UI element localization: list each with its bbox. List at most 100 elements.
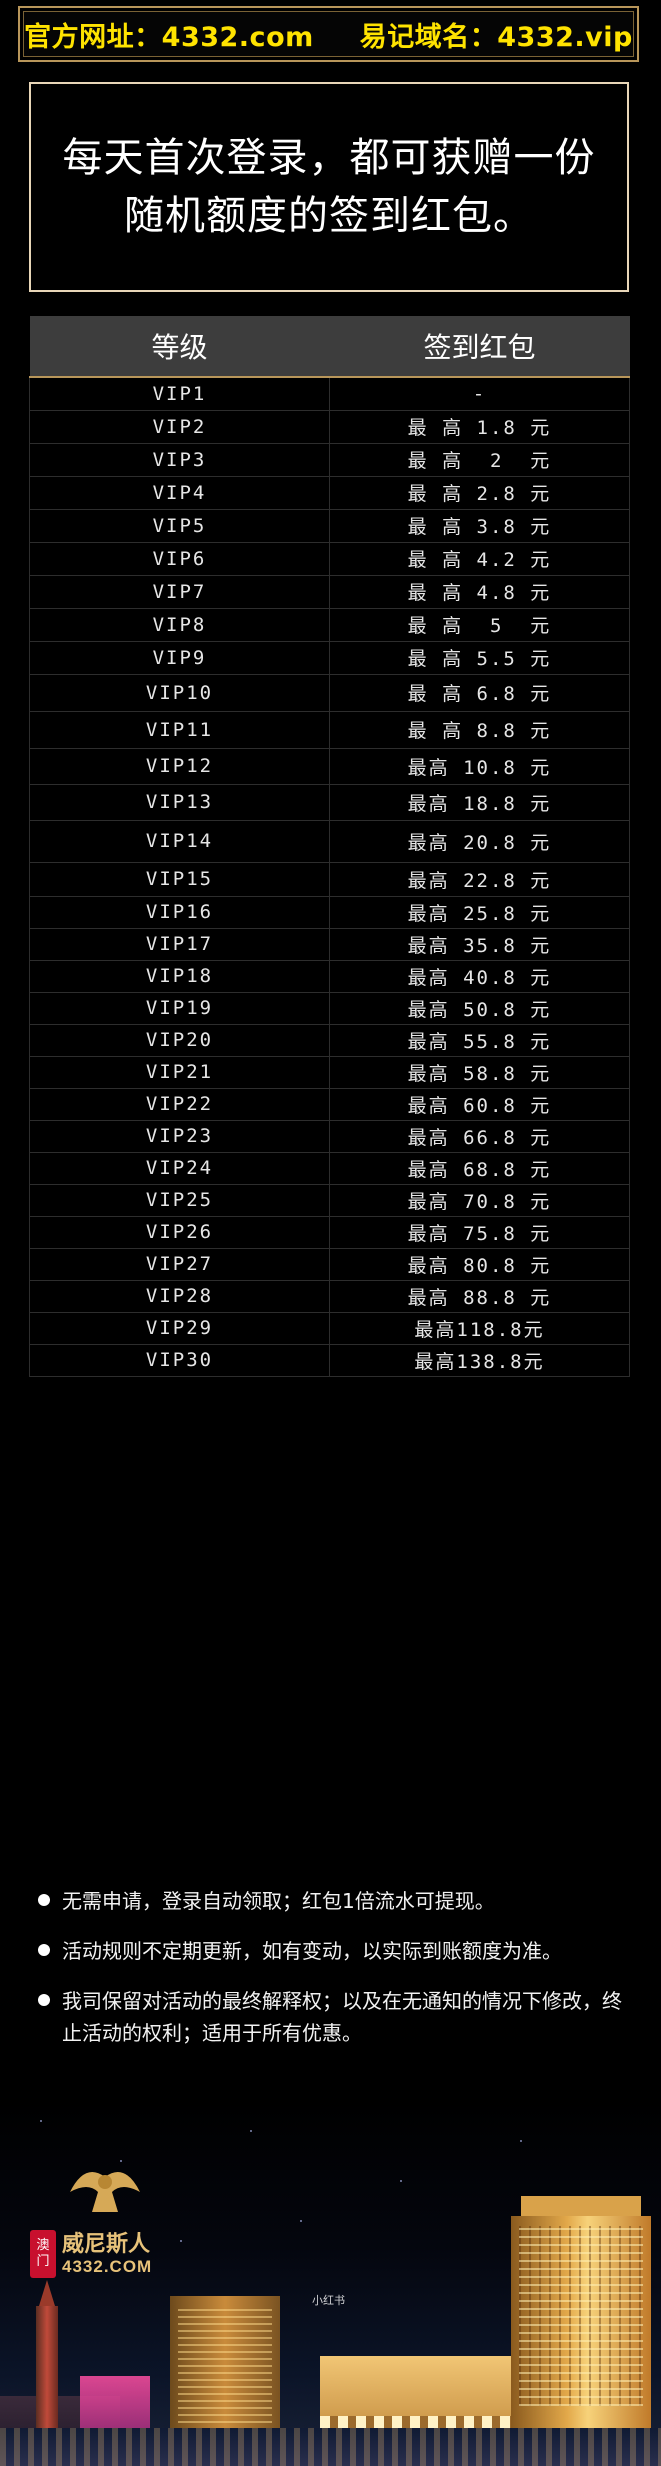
bonus-amount-cell: 最高 58.8 元	[329, 1055, 630, 1089]
bonus-amount-cell: 最高 35.8 元	[329, 927, 630, 961]
table-body: VIP1- VIP2 最 高 1.8 元 VIP3 最 高 2 元 VIP4 最 高 2.8…	[29, 376, 630, 1377]
vip-level-cell: VIP30	[29, 1343, 330, 1377]
brand-name-en: 4332.COM	[62, 2257, 153, 2276]
table-row: VIP26 最高 75.8 元	[29, 1215, 630, 1249]
vip-level-cell: VIP3	[29, 442, 330, 477]
bonus-amount-cell: 最高 40.8 元	[329, 959, 630, 993]
table-row: VIP24 最高 68.8 元	[29, 1151, 630, 1185]
table-row: VIP11 最 高 8.8 元	[29, 710, 630, 749]
vip-level-cell: VIP15	[29, 861, 330, 897]
bullet-icon	[38, 1944, 50, 1956]
macau-seal: 澳门	[30, 2230, 56, 2278]
bonus-amount-cell: 最高 10.8 元	[329, 747, 630, 785]
vip-level-cell: VIP14	[29, 819, 330, 863]
table-row: VIP20 最高 55.8 元	[29, 1023, 630, 1057]
vip-level-cell: VIP18	[29, 959, 330, 993]
table-row: VIP2 最 高 1.8 元	[29, 409, 630, 444]
bonus-amount-cell: -	[329, 376, 630, 411]
bullet-icon	[38, 1994, 50, 2006]
water-reflection	[0, 2428, 661, 2466]
bonus-amount-cell: 最高 55.8 元	[329, 1023, 630, 1057]
table-row: VIP15 最高 22.8 元	[29, 861, 630, 897]
official-url-text[interactable]: 官方网址：4332.com	[24, 15, 314, 54]
bonus-amount-cell: 最高 80.8 元	[329, 1247, 630, 1281]
bonus-amount-cell: 最高 70.8 元	[329, 1183, 630, 1217]
table-row: VIP4 最 高 2.8 元	[29, 475, 630, 510]
bullet-icon	[38, 1894, 50, 1906]
vip-level-cell: VIP17	[29, 927, 330, 961]
bonus-amount-cell: 最 高 6.8 元	[329, 673, 630, 712]
table-row: VIP7 最 高 4.8 元	[29, 574, 630, 609]
vip-level-cell: VIP2	[29, 409, 330, 444]
notice-line-1: 每天首次登录，都可获赠一份	[62, 135, 596, 181]
header-bonus: 签到红包	[329, 316, 630, 378]
table-row: VIP14 最高 20.8 元	[29, 819, 630, 863]
vip-level-cell: VIP20	[29, 1023, 330, 1057]
table-row: VIP29 最高118.8元	[29, 1311, 630, 1345]
vip-level-cell: VIP23	[29, 1119, 330, 1153]
vip-level-cell: VIP28	[29, 1279, 330, 1313]
rule-item: 无需申请，登录自动领取；红包1倍流水可提现。	[38, 1885, 628, 1917]
rule-text: 我司保留对活动的最终解释权；以及在无通知的情况下修改，终止活动的权利；适用于所有…	[62, 1989, 622, 2045]
bonus-amount-cell: 最高 66.8 元	[329, 1119, 630, 1153]
table-row: VIP18 最高 40.8 元	[29, 959, 630, 993]
vip-level-cell: VIP4	[29, 475, 330, 510]
bonus-amount-cell: 最高 60.8 元	[329, 1087, 630, 1121]
table-row: VIP21 最高 58.8 元	[29, 1055, 630, 1089]
table-row: VIP25 最高 70.8 元	[29, 1183, 630, 1217]
vip-level-cell: VIP8	[29, 607, 330, 642]
table-row: VIP17 最高 35.8 元	[29, 927, 630, 961]
vip-level-cell: VIP12	[29, 747, 330, 785]
footer-skyline-image: 澳门 威尼斯人 4332.COM 小红书	[0, 2100, 661, 2466]
top-banner: 官方网址：4332.com 易记域名：4332.vip	[18, 6, 639, 62]
table-row: VIP6 最 高 4.2 元	[29, 541, 630, 576]
table-row: VIP8 最 高 5 元	[29, 607, 630, 642]
vip-level-cell: VIP26	[29, 1215, 330, 1249]
notice-line-2: 随机额度的签到红包。	[124, 193, 534, 239]
table-row: VIP27 最高 80.8 元	[29, 1247, 630, 1281]
table-row: VIP22 最高 60.8 元	[29, 1087, 630, 1121]
bonus-amount-cell: 最高 20.8 元	[329, 819, 630, 863]
table-header-row: 等级 签到红包	[29, 316, 630, 378]
vip-level-cell: VIP13	[29, 783, 330, 821]
table-row: VIP13 最高 18.8 元	[29, 783, 630, 821]
bonus-amount-cell: 最高138.8元	[329, 1343, 630, 1377]
bonus-amount-cell: 最高118.8元	[329, 1311, 630, 1345]
vip-level-cell: VIP9	[29, 640, 330, 675]
winged-lion-icon	[70, 2172, 140, 2212]
easy-domain-text[interactable]: 易记域名：4332.vip	[360, 15, 633, 54]
table-row: VIP19 最高 50.8 元	[29, 991, 630, 1025]
vip-level-cell: VIP5	[29, 508, 330, 543]
rule-item: 活动规则不定期更新，如有变动，以实际到账额度为准。	[38, 1935, 628, 1967]
bonus-amount-cell: 最高 25.8 元	[329, 895, 630, 929]
bonus-amount-cell: 最高 50.8 元	[329, 991, 630, 1025]
rule-text: 活动规则不定期更新，如有变动，以实际到账额度为准。	[62, 1939, 562, 1963]
rule-item: 我司保留对活动的最终解释权；以及在无通知的情况下修改，终止活动的权利；适用于所有…	[38, 1985, 628, 2049]
table-row: VIP12 最高 10.8 元	[29, 747, 630, 785]
bonus-amount-cell: 最 高 2.8 元	[329, 475, 630, 510]
table-row: VIP9 最 高 5.5 元	[29, 640, 630, 675]
watermark-text: 小红书	[312, 2294, 345, 2307]
vip-level-cell: VIP6	[29, 541, 330, 576]
promo-notice-box: 每天首次登录，都可获赠一份 随机额度的签到红包。	[29, 82, 629, 292]
table-row: VIP28 最高 88.8 元	[29, 1279, 630, 1313]
table-row: VIP10 最 高 6.8 元	[29, 673, 630, 712]
bonus-amount-cell: 最 高 4.8 元	[329, 574, 630, 609]
bonus-amount-cell: 最高 68.8 元	[329, 1151, 630, 1185]
bonus-amount-cell: 最高 22.8 元	[329, 861, 630, 897]
bonus-amount-cell: 最 高 4.2 元	[329, 541, 630, 576]
bonus-amount-cell: 最 高 3.8 元	[329, 508, 630, 543]
header-level: 等级	[29, 316, 330, 378]
brand-name-cn: 威尼斯人	[62, 2231, 151, 2257]
table-row: VIP1-	[29, 376, 630, 411]
bonus-amount-cell: 最 高 5 元	[329, 607, 630, 642]
table-row: VIP16 最高 25.8 元	[29, 895, 630, 929]
vip-level-cell: VIP19	[29, 991, 330, 1025]
table-row: VIP5 最 高 3.8 元	[29, 508, 630, 543]
vip-level-cell: VIP7	[29, 574, 330, 609]
bonus-amount-cell: 最高 75.8 元	[329, 1215, 630, 1249]
venetian-logo: 澳门 威尼斯人 4332.COM	[30, 2152, 180, 2278]
vip-level-cell: VIP22	[29, 1087, 330, 1121]
vip-level-cell: VIP27	[29, 1247, 330, 1281]
bonus-amount-cell: 最高 18.8 元	[329, 783, 630, 821]
